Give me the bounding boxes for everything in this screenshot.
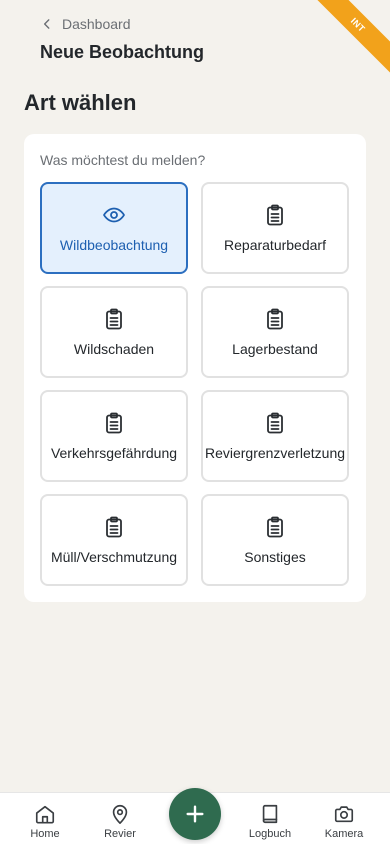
option-label: Wildbeobachtung (59, 237, 169, 253)
type-selection-card: Was möchtest du melden? Wildbeobachtung … (24, 134, 366, 602)
env-badge: INT (310, 0, 390, 80)
option-label: Lagerbestand (232, 341, 318, 357)
clipboard-icon (263, 515, 287, 539)
page-title: Neue Beobachtung (40, 42, 205, 62)
clipboard-icon (102, 411, 126, 435)
section-title: Art wählen (24, 90, 137, 115)
option-muell-verschmutzung[interactable]: Müll/Verschmutzung (40, 494, 188, 586)
eye-icon (102, 203, 126, 227)
option-sonstiges[interactable]: Sonstiges (201, 494, 349, 586)
nav-label: Home (30, 828, 60, 840)
option-label: Wildschaden (73, 341, 155, 357)
chevron-left-icon (43, 19, 50, 29)
option-label: Reparaturbedarf (224, 237, 326, 253)
option-reviergrenzverletzung[interactable]: Reviergrenzverletzung (201, 390, 349, 482)
nav-item-revier[interactable]: Revier (90, 803, 150, 840)
nav-label: Kamera (324, 828, 364, 840)
app-screen: Dashboard Neue Beobachtung INT Art wähle… (0, 0, 390, 844)
home-icon (35, 805, 55, 824)
option-label: Verkehrsgefährdung (50, 445, 178, 461)
map-pin-icon (112, 804, 128, 824)
option-label: Sonstiges (244, 549, 306, 565)
option-verkehrsgefaehrdung[interactable]: Verkehrsgefährdung (40, 390, 188, 482)
clipboard-icon (102, 515, 126, 539)
clipboard-icon (263, 307, 287, 331)
option-grid: Wildbeobachtung Reparaturbedarf Wildscha… (40, 182, 349, 586)
option-lagerbestand[interactable]: Lagerbestand (201, 286, 349, 378)
option-label: Müll/Verschmutzung (50, 549, 178, 565)
nav-label: Logbuch (248, 828, 292, 840)
env-badge-label: INT (310, 0, 390, 76)
clipboard-icon (263, 203, 287, 227)
back-link-label: Dashboard (62, 16, 131, 32)
nav-label: Revier (104, 828, 136, 840)
plus-icon (186, 805, 204, 823)
card-question: Was möchtest du melden? (40, 152, 206, 168)
nav-item-logbuch[interactable]: Logbuch (240, 803, 300, 840)
option-reparaturbedarf[interactable]: Reparaturbedarf (201, 182, 349, 274)
option-wildschaden[interactable]: Wildschaden (40, 286, 188, 378)
camera-icon (334, 806, 354, 823)
nav-item-kamera[interactable]: Kamera (314, 803, 374, 840)
clipboard-icon (102, 307, 126, 331)
option-wildbeobachtung[interactable]: Wildbeobachtung (40, 182, 188, 274)
clipboard-icon (263, 411, 287, 435)
book-icon (262, 804, 278, 824)
nav-item-home[interactable]: Home (15, 803, 75, 840)
add-button[interactable] (169, 788, 221, 840)
option-label: Reviergrenzverletzung (204, 445, 346, 461)
back-link[interactable]: Dashboard (40, 16, 131, 32)
